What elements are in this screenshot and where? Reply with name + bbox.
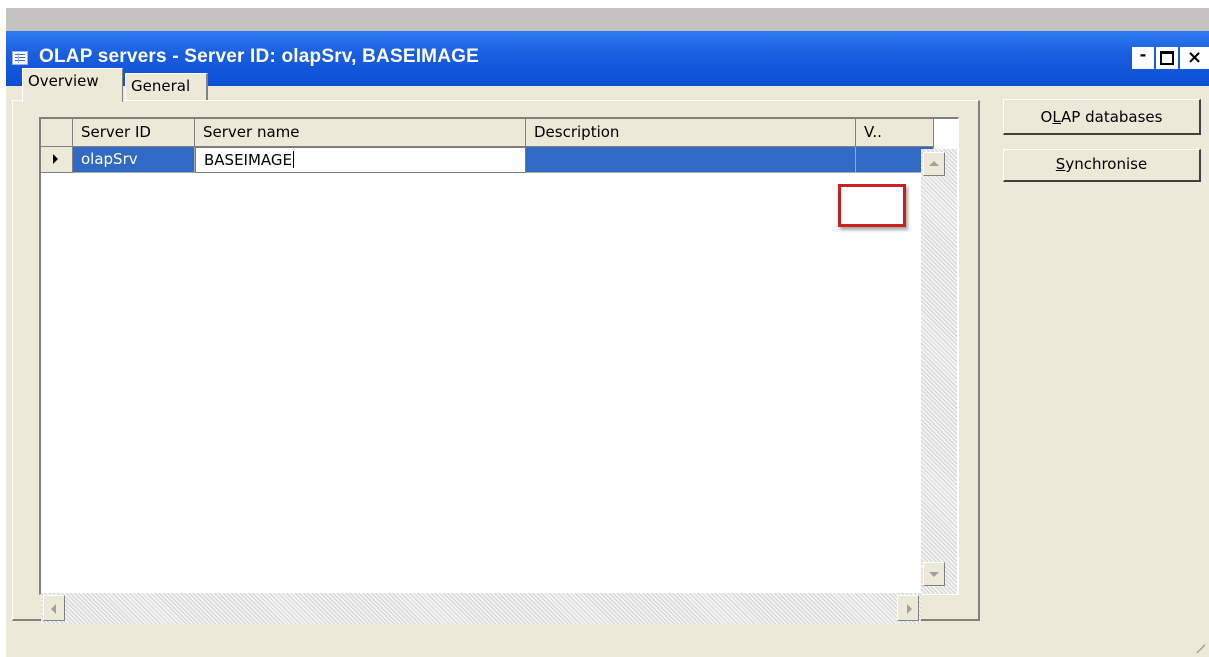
window-title: OLAP servers - Server ID: olapSrv, BASEI… [39,46,479,67]
olap-databases-button[interactable]: OLAP databases [1003,99,1201,135]
maximize-button[interactable] [1156,47,1178,69]
column-header-server-name[interactable]: Server name [195,119,526,147]
select-all-corner[interactable] [41,119,73,147]
close-button[interactable]: × [1180,47,1209,69]
highlighted-cell-v[interactable] [838,184,906,227]
scroll-down-arrow-icon[interactable] [923,562,945,586]
column-header-v[interactable]: V.. [856,119,934,147]
background-band [6,8,1209,31]
scroll-right-arrow-icon[interactable] [897,595,919,621]
scroll-left-arrow-icon[interactable] [43,595,65,621]
record-selector[interactable] [41,147,73,173]
resize-grip-icon[interactable] [1195,643,1205,653]
synchronise-accelerator: S [1055,155,1066,173]
column-header-description[interactable]: Description [526,119,856,147]
text-caret [293,151,295,168]
olap-databases-label-pre: O [1040,108,1053,126]
olap-databases-label-post: AP databases [1061,108,1163,126]
synchronise-label-post: ynchronise [1065,155,1148,173]
minimize-button[interactable]: - [1132,47,1154,69]
cell-server-name[interactable]: BASEIMAGE [195,147,526,173]
olap-databases-accelerator: L [1052,108,1062,126]
scroll-up-arrow-icon[interactable] [923,152,945,176]
cell-server-id[interactable]: olapSrv [73,147,195,173]
tab-overview[interactable]: Overview [22,68,123,102]
horizontal-scrollbar[interactable] [41,593,921,624]
cell-server-name-text: BASEIMAGE [204,151,293,169]
column-header-server-id[interactable]: Server ID [73,119,195,147]
vertical-scrollbar[interactable] [921,149,957,594]
tab-general[interactable]: General [125,73,208,100]
form-icon[interactable] [12,51,28,65]
synchronise-button[interactable]: Synchronise [1003,149,1201,182]
cell-description[interactable] [526,147,856,173]
top-strip [0,0,1209,8]
servers-datasheet[interactable]: Server ID Server name Description V.. ol… [39,117,959,595]
